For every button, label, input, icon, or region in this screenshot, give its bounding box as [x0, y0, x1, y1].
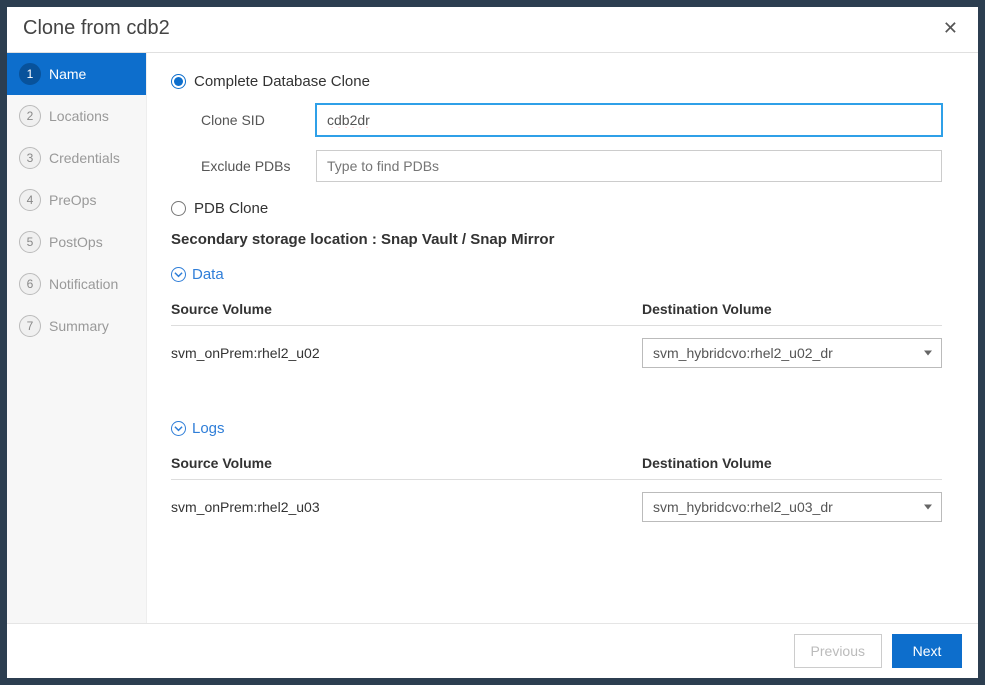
col-source-volume: Source Volume: [171, 455, 642, 471]
step-label: Name: [49, 66, 86, 82]
table-row: svm_onPrem:rhel2_u02 svm_hybridcvo:rhel2…: [171, 326, 942, 380]
clone-sid-input[interactable]: [316, 104, 942, 136]
step-number: 4: [19, 189, 41, 211]
col-destination-volume: Destination Volume: [642, 455, 942, 471]
radio-complete-input[interactable]: [171, 74, 186, 89]
secondary-storage-heading: Secondary storage location : Snap Vault …: [171, 231, 942, 248]
wizard-step-preops[interactable]: 4 PreOps: [7, 179, 146, 221]
col-destination-volume: Destination Volume: [642, 301, 942, 317]
data-section-toggle[interactable]: Data: [171, 266, 942, 283]
logs-section-toggle[interactable]: Logs: [171, 420, 942, 437]
step-number: 7: [19, 315, 41, 337]
destination-volume-select[interactable]: svm_hybridcvo:rhel2_u03_dr: [642, 492, 942, 522]
step-label: PostOps: [49, 234, 103, 250]
logs-table-header: Source Volume Destination Volume: [171, 447, 942, 480]
wizard-step-credentials[interactable]: 3 Credentials: [7, 137, 146, 179]
table-row: svm_onPrem:rhel2_u03 svm_hybridcvo:rhel2…: [171, 480, 942, 534]
radio-pdb-input[interactable]: [171, 201, 186, 216]
step-number: 2: [19, 105, 41, 127]
exclude-pdbs-input[interactable]: [316, 150, 942, 182]
data-table-header: Source Volume Destination Volume: [171, 293, 942, 326]
step-number: 1: [19, 63, 41, 85]
chevron-down-icon: [171, 421, 186, 436]
wizard-step-name[interactable]: 1 Name: [7, 53, 146, 95]
wizard-step-locations[interactable]: 2 Locations: [7, 95, 146, 137]
wizard-nav: 1 Name 2 Locations 3 Credentials 4 PreOp…: [7, 53, 147, 623]
exclude-pdbs-label: Exclude PDBs: [201, 158, 316, 174]
step-number: 3: [19, 147, 41, 169]
modal-body: 1 Name 2 Locations 3 Credentials 4 PreOp…: [7, 53, 978, 623]
modal-title: Clone from cdb2: [23, 17, 170, 40]
destination-volume-value: svm_hybridcvo:rhel2_u03_dr: [642, 492, 942, 522]
source-volume-value: svm_onPrem:rhel2_u02: [171, 345, 642, 361]
radio-pdb-label: PDB Clone: [194, 200, 268, 217]
data-section-title: Data: [192, 266, 224, 283]
chevron-down-icon: [171, 267, 186, 282]
modal-header: Clone from cdb2 ✕: [7, 7, 978, 53]
caret-down-icon: [924, 505, 932, 510]
wizard-step-postops[interactable]: 5 PostOps: [7, 221, 146, 263]
data-table: Source Volume Destination Volume svm_onP…: [171, 293, 942, 380]
modal-footer: Previous Next: [7, 623, 978, 678]
logs-section-title: Logs: [192, 420, 225, 437]
complete-clone-fields: Clone SID Exclude PDBs: [201, 104, 942, 182]
wizard-step-summary[interactable]: 7 Summary: [7, 305, 146, 347]
step-number: 6: [19, 273, 41, 295]
step-label: Summary: [49, 318, 109, 334]
close-icon[interactable]: ✕: [939, 18, 962, 39]
logs-table: Source Volume Destination Volume svm_onP…: [171, 447, 942, 534]
step-number: 5: [19, 231, 41, 253]
clone-modal: Clone from cdb2 ✕ 1 Name 2 Locations 3 C…: [6, 6, 979, 679]
radio-complete-label: Complete Database Clone: [194, 73, 370, 90]
wizard-step-notification[interactable]: 6 Notification: [7, 263, 146, 305]
previous-button[interactable]: Previous: [794, 634, 882, 668]
step-label: Notification: [49, 276, 118, 292]
step-label: Credentials: [49, 150, 120, 166]
source-volume-value: svm_onPrem:rhel2_u03: [171, 499, 642, 515]
field-row-clone-sid: Clone SID: [201, 104, 942, 136]
clone-sid-label: Clone SID: [201, 112, 316, 128]
step-label: PreOps: [49, 192, 96, 208]
step-label: Locations: [49, 108, 109, 124]
field-row-exclude-pdbs: Exclude PDBs: [201, 150, 942, 182]
destination-volume-select[interactable]: svm_hybridcvo:rhel2_u02_dr: [642, 338, 942, 368]
radio-complete-clone[interactable]: Complete Database Clone: [171, 73, 942, 90]
radio-pdb-clone[interactable]: PDB Clone: [171, 200, 942, 217]
content-panel: Complete Database Clone Clone SID Exclud…: [147, 53, 978, 623]
caret-down-icon: [924, 351, 932, 356]
col-source-volume: Source Volume: [171, 301, 642, 317]
next-button[interactable]: Next: [892, 634, 962, 668]
destination-volume-value: svm_hybridcvo:rhel2_u02_dr: [642, 338, 942, 368]
